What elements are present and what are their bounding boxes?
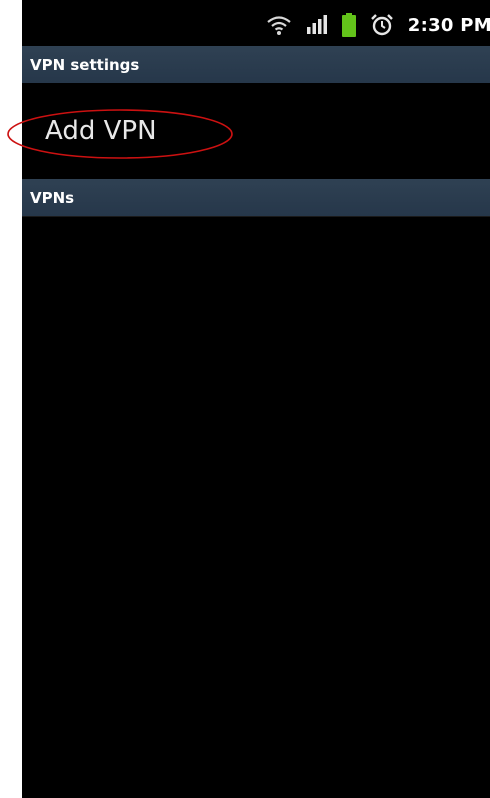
vpns-section-header: VPNs — [22, 179, 490, 216]
vpns-section-title: VPNs — [30, 188, 75, 207]
vpn-settings-header: VPN settings — [22, 46, 490, 83]
vpns-divider — [22, 216, 490, 217]
status-bar: 2:30 PM — [22, 0, 490, 46]
page-title: VPN settings — [30, 55, 140, 74]
alarm-icon — [370, 14, 393, 36]
add-vpn-label: Add VPN — [45, 116, 157, 146]
add-vpn-item[interactable]: Add VPN — [22, 83, 490, 179]
battery-icon — [341, 13, 356, 37]
signal-icon — [306, 15, 327, 34]
status-icons: 2:30 PM — [266, 10, 490, 40]
wifi-icon — [267, 16, 291, 35]
screen: 2:30 PM VPN settings Add VPN VPNs — [22, 0, 490, 798]
status-clock: 2:30 PM — [407, 14, 490, 36]
